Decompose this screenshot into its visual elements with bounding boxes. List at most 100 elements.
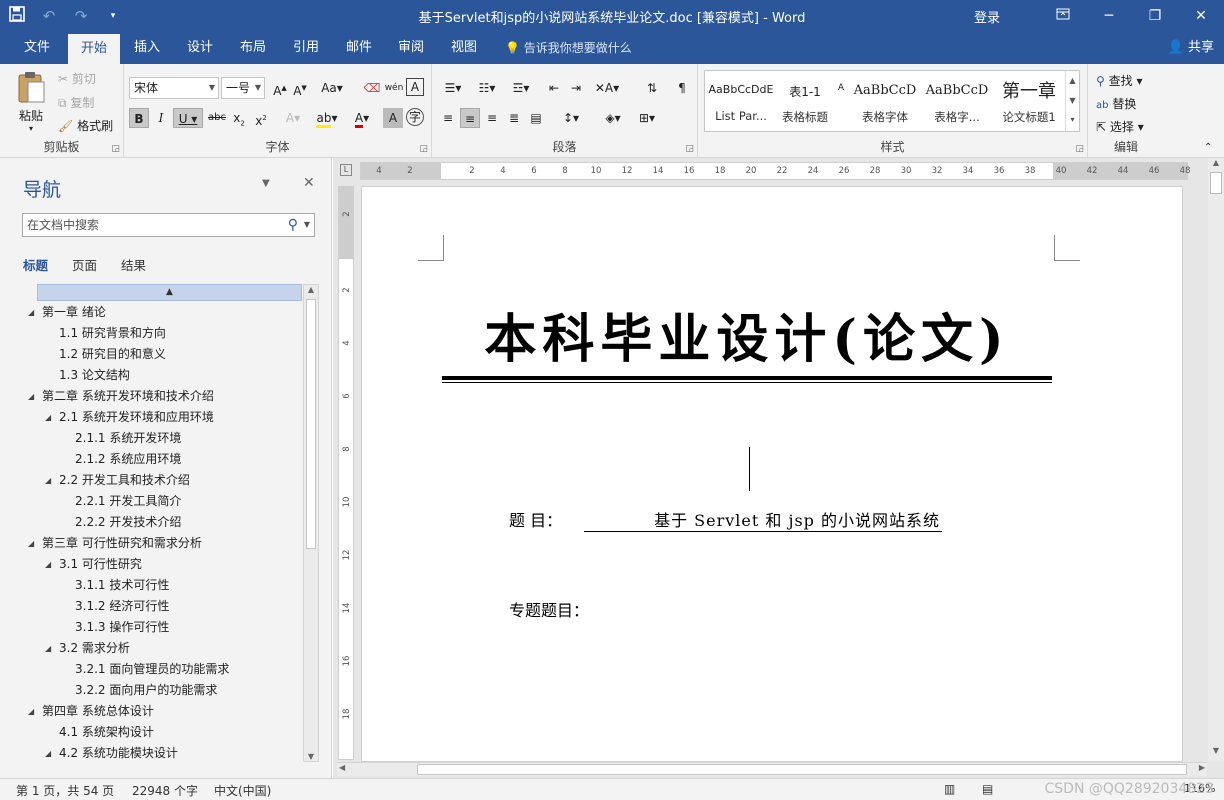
outline-item[interactable]: 4.1 系统架构设计 xyxy=(59,722,154,743)
tell-me-box[interactable]: 💡 告诉我你想要做什么 xyxy=(505,32,632,64)
change-case-icon[interactable]: Aa▾ xyxy=(318,78,346,98)
dialog-launcher-icon[interactable]: ◲ xyxy=(111,144,120,154)
dialog-launcher-icon[interactable]: ◲ xyxy=(685,144,694,154)
outline-item[interactable]: ◢ 第四章 系统总体设计 xyxy=(28,701,154,722)
dialog-launcher-icon[interactable]: ◲ xyxy=(419,144,428,154)
outline-item[interactable]: 3.2.2 面向用户的功能需求 xyxy=(75,680,217,701)
scroll-down-icon[interactable]: ▼ xyxy=(1208,746,1224,755)
gallery-scrollbar[interactable]: ▲ ▼ ▾ xyxy=(1065,71,1079,131)
scroll-right-icon[interactable]: ▶ xyxy=(1199,763,1205,772)
ribbon-display-options-icon[interactable] xyxy=(1040,8,1086,24)
strikethrough-icon[interactable]: abc xyxy=(207,108,227,128)
style-item[interactable]: 表1-1 表格标题 xyxy=(777,71,833,131)
outline-item[interactable]: ◢ 4.2 系统功能模块设计 xyxy=(45,743,178,764)
tab-insert[interactable]: 插入 xyxy=(126,32,168,64)
tab-home[interactable]: 开始 xyxy=(68,32,120,64)
align-left-icon[interactable]: ≡ xyxy=(438,108,458,128)
numbering-icon[interactable]: ☷▾ xyxy=(472,78,502,98)
italic-icon[interactable]: I xyxy=(151,108,171,128)
nav-search-box[interactable]: 在文档中搜索 ⚲ ▼ xyxy=(22,213,315,237)
vertical-ruler[interactable]: 22468101214161820 xyxy=(338,186,354,772)
customize-qat-icon[interactable]: ▾ xyxy=(104,11,122,21)
chevron-down-icon[interactable]: ▼ xyxy=(304,214,310,236)
save-icon[interactable] xyxy=(8,6,26,26)
bullets-icon[interactable]: ☰▾ xyxy=(438,78,468,98)
outline-item[interactable]: ◢ 3.1 可行性研究 xyxy=(45,554,142,575)
outline-item[interactable]: 1.1 研究背景和方向 xyxy=(59,323,166,344)
nav-tab-headings[interactable]: 标题 xyxy=(23,255,48,274)
redo-icon[interactable]: ↷ xyxy=(72,7,90,25)
expand-triangle-icon[interactable]: ◢ xyxy=(45,470,51,491)
find-button[interactable]: ⚲ 查找 ▾ xyxy=(1096,72,1142,89)
undo-icon[interactable]: ↶ xyxy=(40,7,58,25)
restore-icon[interactable]: ❐ xyxy=(1132,8,1178,24)
pane-options-icon[interactable]: ▼ xyxy=(262,178,270,189)
outline-item[interactable]: 3.2.1 面向管理员的功能需求 xyxy=(75,659,229,680)
tab-references[interactable]: 引用 xyxy=(285,32,327,64)
font-color-icon[interactable]: A▾ xyxy=(348,108,376,128)
outline-item[interactable]: 3.1.1 技术可行性 xyxy=(75,575,169,596)
distributed-icon[interactable]: ▤ xyxy=(526,108,546,128)
tab-review[interactable]: 审阅 xyxy=(390,32,432,64)
outline-item[interactable]: 3.1.3 操作可行性 xyxy=(75,617,169,638)
dialog-launcher-icon[interactable]: ◲ xyxy=(1075,144,1084,154)
print-layout-icon[interactable]: ▤ xyxy=(982,782,993,796)
style-item[interactable]: AaBbCcD 表格字体 xyxy=(849,71,921,131)
outline-item[interactable]: ◢ 第三章 可行性研究和需求分析 xyxy=(28,533,202,554)
close-icon[interactable]: ✕ xyxy=(303,175,315,191)
expand-triangle-icon[interactable]: ◢ xyxy=(28,533,34,554)
style-item[interactable]: AaBbCcD 表格字... xyxy=(921,71,993,131)
character-shading-icon[interactable]: A xyxy=(383,108,403,128)
align-right-icon[interactable]: ≡ xyxy=(482,108,502,128)
outline-item[interactable]: 2.2.2 开发技术介绍 xyxy=(75,512,181,533)
outline-item[interactable]: ◢ 2.2 开发工具和技术介绍 xyxy=(45,470,190,491)
expand-triangle-icon[interactable]: ◢ xyxy=(28,701,34,722)
tab-file[interactable]: 文件 xyxy=(14,32,60,64)
copy-button[interactable]: ⧉ 复制 xyxy=(58,94,94,111)
scroll-thumb[interactable] xyxy=(417,764,1187,775)
outline-item[interactable]: 1.3 论文结构 xyxy=(59,365,130,386)
scroll-up-icon[interactable]: ▲ xyxy=(1208,158,1224,167)
outline-item[interactable]: 1.2 研究目的和意义 xyxy=(59,344,166,365)
select-button[interactable]: ⇱ 选择 ▾ xyxy=(1096,118,1144,135)
scroll-up-icon[interactable]: ▲ xyxy=(304,285,318,294)
read-mode-icon[interactable]: ▥ xyxy=(944,782,955,796)
tab-mailings[interactable]: 邮件 xyxy=(338,32,380,64)
more-icon[interactable]: ▾ xyxy=(1066,111,1079,129)
outline-item[interactable]: ◢ 3.2 需求分析 xyxy=(45,638,130,659)
document-horizontal-scrollbar[interactable]: ◀ ▶ xyxy=(337,762,1207,776)
style-item[interactable]: AaBbCcDdE List Par... xyxy=(705,71,777,131)
tab-design[interactable]: 设计 xyxy=(179,32,221,64)
outline-item[interactable]: ◢ 第二章 系统开发环境和技术介绍 xyxy=(28,386,214,407)
line-spacing-icon[interactable]: ↕▾ xyxy=(556,108,586,128)
login-link[interactable]: 登录 xyxy=(974,7,1000,26)
highlight-color-icon[interactable]: ab▾ xyxy=(313,108,341,128)
borders-icon[interactable]: ⊞▾ xyxy=(632,108,662,128)
bold-icon[interactable]: B xyxy=(129,108,149,128)
nav-tab-pages[interactable]: 页面 xyxy=(72,255,97,274)
tab-view[interactable]: 视图 xyxy=(443,32,485,64)
chevron-up-icon[interactable]: ▲ xyxy=(1066,71,1079,91)
scroll-thumb[interactable] xyxy=(306,299,316,549)
justify-icon[interactable]: ≣ xyxy=(504,108,524,128)
chinese-layout-icon[interactable]: ✕A▾ xyxy=(592,78,622,98)
share-button[interactable]: 👤 共享 xyxy=(1168,32,1214,64)
show-formatting-marks-icon[interactable]: ¶ xyxy=(672,78,692,98)
minimize-icon[interactable]: ─ xyxy=(1086,8,1132,24)
scroll-left-icon[interactable]: ◀ xyxy=(339,763,345,772)
font-size-combo[interactable]: 一号 ▼ xyxy=(221,77,265,99)
word-count[interactable]: 22948 个字 xyxy=(132,782,198,799)
collapse-all-icon[interactable]: ▲ xyxy=(37,284,302,301)
horizontal-ruler[interactable]: 4 2 2 4 6 8 10 12 14 16 18 20 22 24 26 28 30 32 34 36 38 40 42… xyxy=(360,162,1190,180)
grow-font-icon[interactable]: A▲ xyxy=(270,78,290,98)
style-item[interactable]: A xyxy=(833,71,849,131)
document-vertical-scrollbar[interactable]: ▲ ▼ xyxy=(1208,158,1224,762)
align-center-icon[interactable]: ≡ xyxy=(460,108,480,128)
expand-triangle-icon[interactable]: ◢ xyxy=(45,743,51,764)
scroll-thumb[interactable] xyxy=(1210,172,1222,194)
enclose-characters-icon[interactable]: 字 xyxy=(406,108,424,126)
chevron-down-icon[interactable]: ▼ xyxy=(1066,91,1079,111)
expand-triangle-icon[interactable]: ◢ xyxy=(45,407,51,428)
scroll-down-icon[interactable]: ▼ xyxy=(304,752,318,761)
shrink-font-icon[interactable]: A▼ xyxy=(290,78,310,98)
